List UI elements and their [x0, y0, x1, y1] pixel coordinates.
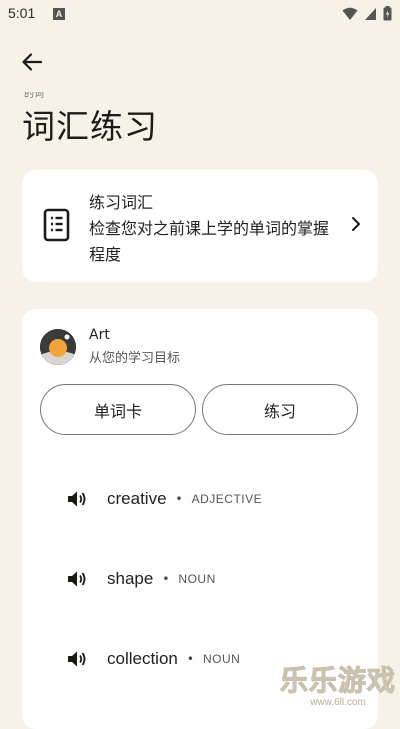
word-text: shape — [107, 569, 154, 588]
speaker-icon[interactable] — [66, 648, 88, 670]
set-avatar — [40, 329, 76, 365]
chevron-right-icon — [350, 216, 362, 236]
status-bar: 5:01 A — [0, 0, 400, 28]
status-icons — [342, 6, 392, 21]
status-time: 5:01 — [8, 5, 36, 21]
back-button[interactable] — [18, 48, 46, 76]
document-list-icon — [42, 207, 72, 247]
signal-icon — [365, 7, 376, 20]
watermark-logo-text: 乐乐游戏 — [279, 664, 396, 697]
practice-card-title: 练习词汇 — [89, 193, 154, 212]
scrolled-text-fragment: 的词 — [24, 92, 44, 100]
part-of-speech: ADJECTIVE — [191, 492, 263, 506]
part-of-speech: NOUN — [178, 572, 216, 586]
word-row: shape • NOUN — [66, 564, 216, 594]
set-name: Art — [89, 327, 110, 343]
arrow-back-icon — [22, 53, 43, 71]
notification-icon: A — [53, 8, 65, 20]
separator-dot: • — [162, 572, 170, 586]
practice-vocabulary-card[interactable]: 练习词汇 检查您对之前课上学的单词的掌握程度 — [22, 170, 378, 282]
separator-dot: • — [186, 652, 194, 666]
speaker-icon[interactable] — [66, 488, 88, 510]
battery-icon — [383, 6, 392, 21]
page-title: 词汇练习 — [22, 107, 158, 146]
speaker-icon[interactable] — [66, 568, 88, 590]
part-of-speech: NOUN — [202, 652, 241, 666]
word-row: collection • NOUN — [66, 644, 240, 674]
practice-button[interactable]: 练习 — [202, 384, 358, 435]
word-text: collection — [107, 649, 178, 668]
word-text: creative — [107, 489, 167, 508]
wifi-icon — [342, 7, 358, 20]
flashcards-button[interactable]: 单词卡 — [40, 384, 196, 435]
word-row: creative • ADJECTIVE — [66, 484, 262, 514]
watermark: 乐乐游戏 www.6ll.com — [279, 664, 396, 708]
watermark-url: www.6ll.com — [310, 697, 366, 708]
set-subtitle: 从您的学习目标 — [89, 351, 181, 366]
practice-card-description: 检查您对之前课上学的单词的掌握程度 — [89, 219, 330, 264]
separator-dot: • — [175, 492, 183, 506]
